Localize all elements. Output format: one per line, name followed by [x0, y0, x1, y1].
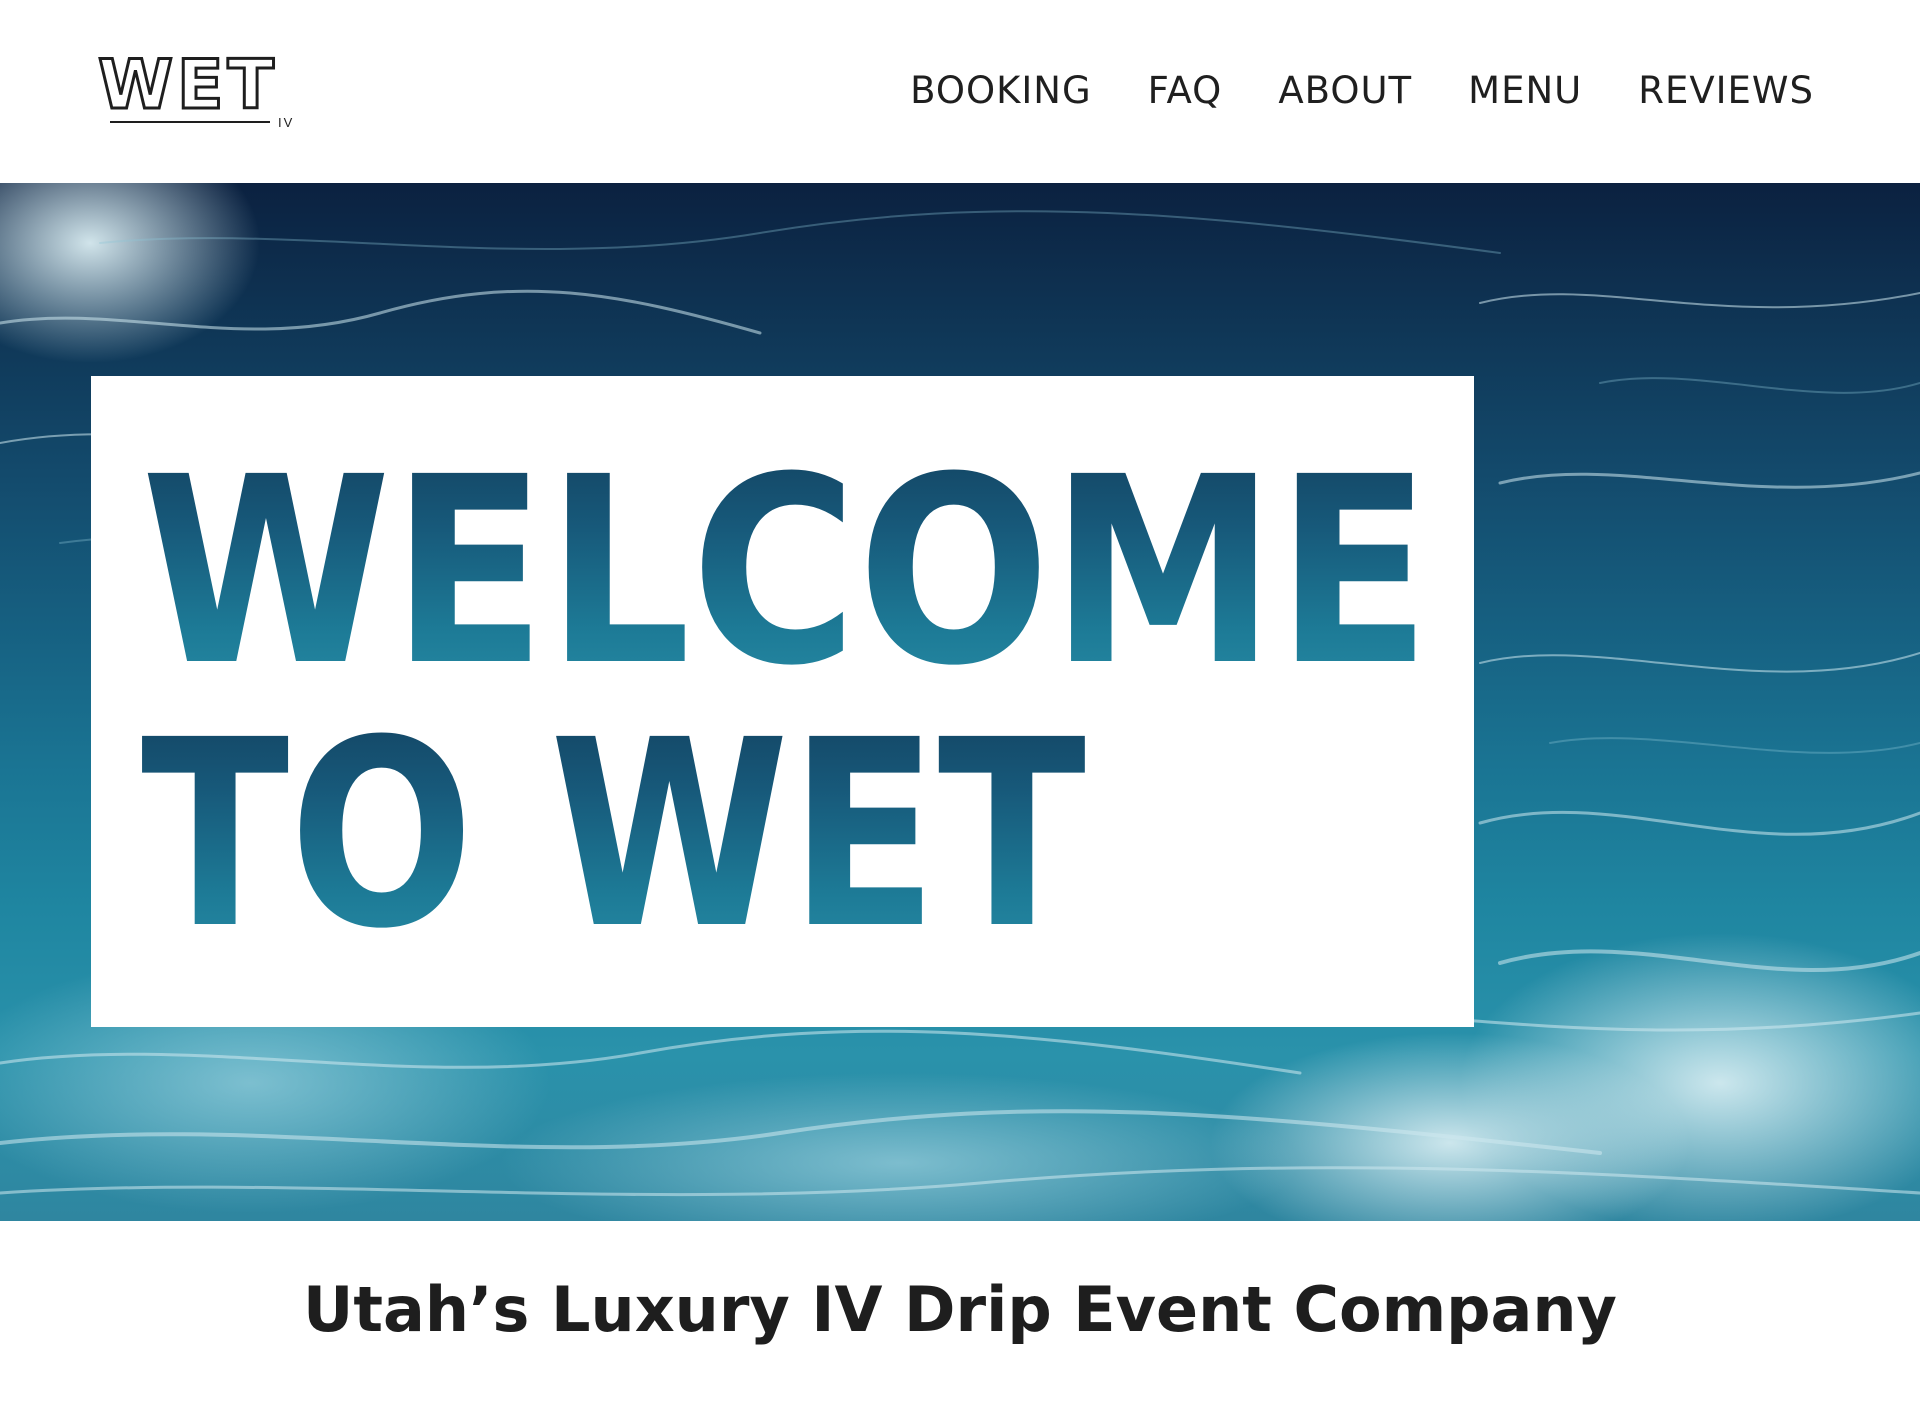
headline-line-2: TO WET — [141, 685, 1087, 985]
welcome-card: WELCOME TO WET — [91, 376, 1474, 1027]
logo-wordmark: WET — [98, 46, 278, 125]
nav-about[interactable]: ABOUT — [1278, 69, 1412, 112]
nav-reviews[interactable]: REVIEWS — [1638, 69, 1814, 112]
welcome-headline: WELCOME TO WET — [141, 422, 1431, 985]
nav-faq[interactable]: FAQ — [1148, 69, 1223, 112]
hero-ocean-background: WELCOME TO WET — [0, 183, 1920, 1221]
main-nav: BOOKING FAQ ABOUT MENU REVIEWS — [910, 60, 1814, 120]
tagline-heading: Utah’s Luxury IV Drip Event Company — [303, 1273, 1617, 1346]
wet-iv-logo[interactable]: WET IV — [98, 46, 298, 136]
tagline-section: Utah’s Luxury IV Drip Event Company — [0, 1221, 1920, 1404]
nav-menu[interactable]: MENU — [1468, 69, 1582, 112]
logo-subtext: IV — [278, 115, 294, 130]
nav-booking[interactable]: BOOKING — [910, 69, 1092, 112]
headline-line-1: WELCOME — [141, 422, 1431, 722]
site-header: WET IV BOOKING FAQ ABOUT MENU REVIEWS — [0, 0, 1920, 183]
